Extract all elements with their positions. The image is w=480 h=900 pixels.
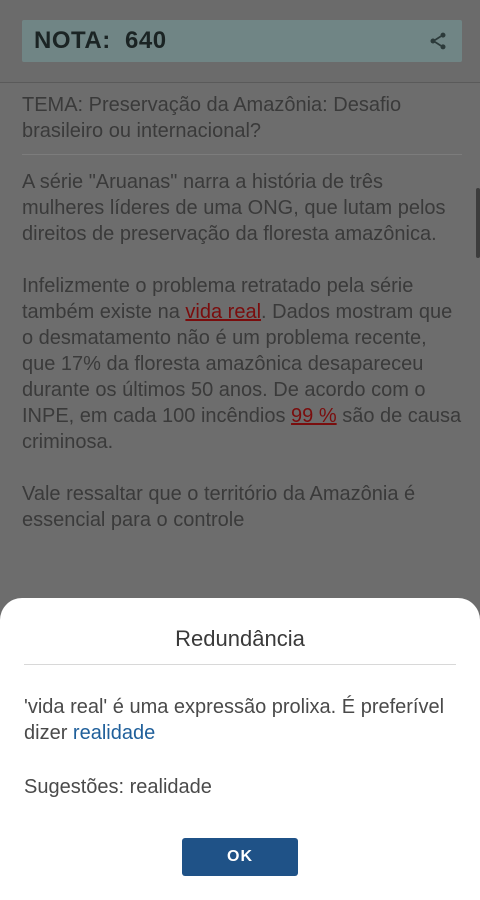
- suggestion-link[interactable]: realidade: [73, 722, 155, 744]
- scrollbar[interactable]: [476, 188, 480, 258]
- essay-content: TEMA: Preservação da Amazônia: Desafio b…: [22, 88, 462, 533]
- ok-button[interactable]: OK: [182, 838, 298, 876]
- dialog-divider: [24, 664, 456, 665]
- share-icon[interactable]: [428, 31, 448, 51]
- score-value: 640: [125, 27, 167, 54]
- dialog-suggestions: Sugestões: realidade: [24, 776, 212, 798]
- essay-paragraph-3: Vale ressaltar que o território da Amazô…: [22, 483, 416, 531]
- essay-paragraph-1: A série "Aruanas" narra a história de tr…: [22, 171, 446, 245]
- redundancy-dialog: Redundância 'vida real' é uma expressão …: [0, 598, 480, 900]
- error-highlight-99-percent[interactable]: 99 %: [291, 405, 337, 427]
- error-highlight-vida-real[interactable]: vida real: [185, 301, 261, 323]
- dialog-message: 'vida real' é uma expressão prolixa. É p…: [24, 694, 454, 746]
- essay-paragraph-2: Infelizmente o problema retratado pela s…: [22, 273, 462, 455]
- essay-theme: TEMA: Preservação da Amazônia: Desafio b…: [22, 88, 462, 155]
- top-bar: NOTA: 640: [0, 0, 480, 82]
- score-bar: NOTA: 640: [22, 20, 462, 62]
- score-title: NOTA: 640: [34, 27, 167, 55]
- header-divider: [0, 82, 480, 83]
- dialog-title: Redundância: [175, 626, 305, 651]
- score-label: NOTA:: [34, 27, 111, 54]
